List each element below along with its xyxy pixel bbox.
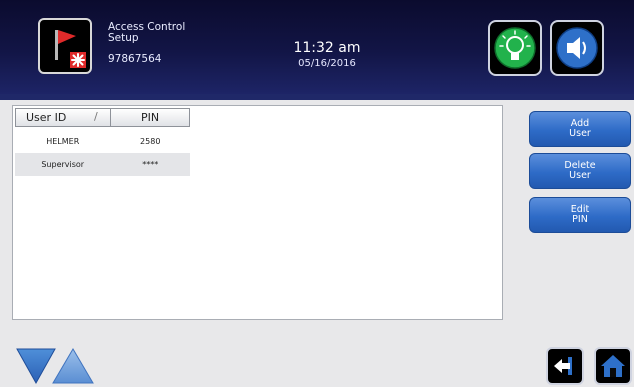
clock: 11:32 am 05/16/2016: [262, 40, 392, 69]
table-row[interactable]: Supervisor ****: [15, 153, 190, 176]
add-user-button[interactable]: Add User: [529, 111, 631, 147]
scroll-down-icon[interactable]: [16, 348, 56, 385]
screen-title: Access Control Setup 97867564: [108, 22, 185, 65]
edit-pin-button[interactable]: Edit PIN: [529, 197, 631, 233]
delete-user-label-line2: User: [569, 170, 591, 181]
edit-pin-label-line2: PIN: [572, 214, 588, 225]
home-button[interactable]: [594, 347, 632, 385]
delete-user-button[interactable]: Delete User: [529, 153, 631, 189]
scroll-controls: [15, 345, 95, 385]
user-id-cell: HELMER: [46, 137, 80, 146]
table-header: User ID / PIN: [15, 108, 190, 127]
lightbulb-icon: [494, 27, 536, 69]
clock-date: 05/16/2016: [298, 58, 356, 69]
user-table: User ID / PIN HELMER 2580 Supervisor ***…: [12, 105, 503, 320]
sort-indicator: /: [94, 110, 98, 123]
clock-time: 11:32 am: [293, 40, 361, 56]
title-line-2: Setup: [108, 32, 139, 44]
back-arrow-icon: [554, 357, 572, 375]
table-row[interactable]: HELMER 2580: [15, 130, 190, 153]
scroll-up-icon[interactable]: [52, 348, 94, 384]
column-pin-label: PIN: [140, 111, 160, 124]
red-flag-alarm-icon[interactable]: [38, 18, 92, 74]
column-header-pin[interactable]: PIN: [110, 108, 190, 127]
header-bar: Access Control Setup 97867564 11:32 am 0…: [0, 0, 634, 94]
home-icon: [601, 355, 625, 377]
sound-toggle-button[interactable]: [550, 20, 604, 76]
light-toggle-button[interactable]: [488, 20, 542, 76]
column-header-user-id[interactable]: User ID /: [15, 108, 111, 127]
pin-cell: 2580: [140, 137, 161, 146]
speaker-mute-icon: [556, 27, 598, 69]
back-button[interactable]: [546, 347, 584, 385]
column-user-id-label: User ID: [26, 111, 67, 124]
add-user-label-line2: User: [569, 128, 591, 139]
user-id-cell: Supervisor: [41, 160, 85, 169]
serial-number: 97867564: [108, 53, 162, 65]
pin-cell: ****: [142, 160, 159, 169]
